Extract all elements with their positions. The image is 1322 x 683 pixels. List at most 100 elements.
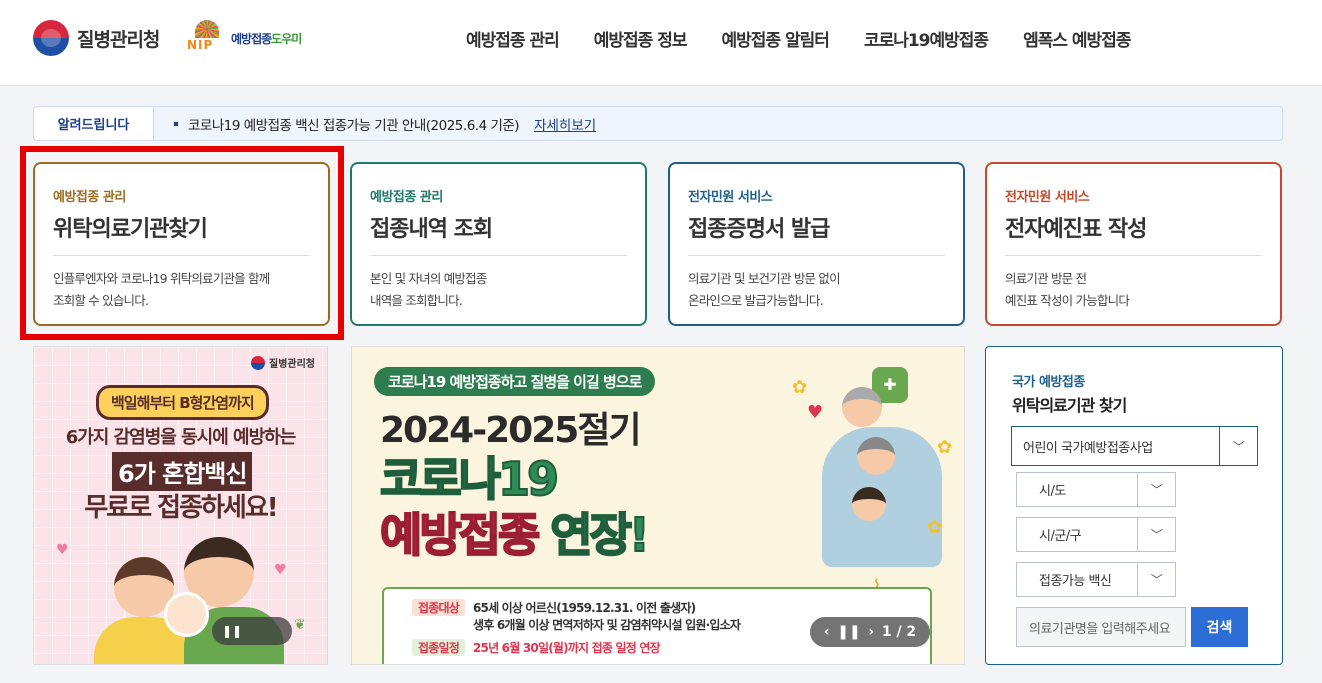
sigungu-select[interactable]: 시/군/구 ﹀ xyxy=(1016,517,1176,552)
notice-bullet-icon xyxy=(174,121,178,126)
kdca-logo-text: 질병관리청 xyxy=(77,28,160,51)
target-line2a: 생후 6개월 이상 xyxy=(472,618,553,632)
covid19-vaccination-banner[interactable]: 코로나19 예방접종하고 질병을 이길 병으로 2024-2025절기 코로나1… xyxy=(351,346,965,665)
card-desc-line: 의료기관 및 보건기관 방문 없이 xyxy=(688,271,841,286)
card-category: 예방접종 관리 xyxy=(53,190,126,205)
banner-pill: 백일해부터 B형간염까지 xyxy=(96,385,269,420)
banner-logo-text: 질병관리청 xyxy=(269,359,315,370)
sigungu-select-value: 시/군/구 xyxy=(1039,529,1082,544)
nav-covid19-vaccination[interactable]: 코로나19예방접종 xyxy=(864,26,989,51)
banner-extension-title: 예방접종 연장! xyxy=(379,499,651,565)
banner-line3: 무료로 접종하세요! xyxy=(84,493,278,523)
hospital-search-panel: 국가 예방접종 위탁의료기관 찾기 어린이 국가예방접종사업 ﹀ 시/도 ﹀ 시… xyxy=(985,346,1283,665)
search-category: 국가 예방접종 xyxy=(1012,375,1085,390)
notice-bar: 알려드립니다 코로나19 예방접종 백신 접종가능 기관 안내(2025.6.4… xyxy=(33,106,1283,141)
notice-more-link[interactable]: 자세히보기 xyxy=(534,114,596,134)
card-category: 예방접종 관리 xyxy=(370,190,443,205)
card-e-questionnaire[interactable]: 전자민원 서비스 전자예진표 작성 의료기관 방문 전 예진표 작성이 가능합니… xyxy=(985,162,1282,326)
flower-icon: ✿ xyxy=(937,437,953,458)
chevron-down-icon: ﹀ xyxy=(1137,473,1175,506)
banner-ext-red: 예방접종 xyxy=(379,507,541,563)
banner-pause-button[interactable]: ❚❚ xyxy=(212,617,292,645)
nav-mpox-vaccination[interactable]: 엠폭스 예방접종 xyxy=(1023,26,1131,51)
child-head xyxy=(852,487,886,521)
card-description: 인플루엔자와 코로나19 위탁의료기관을 함께 조회할 수 있습니다. xyxy=(53,268,310,312)
vaccine-select[interactable]: 접종가능 백신 ﹀ xyxy=(1016,562,1176,597)
flower-icon: ✿ xyxy=(927,517,943,538)
site-header: 질병관리청 NIP 예방접종도우미 예방접종 관리 예방접종 정보 예방접종 알… xyxy=(0,0,1322,86)
card-vaccination-history[interactable]: 예방접종 관리 접종내역 조회 본인 및 자녀의 예방접종 내역을 조회합니다. xyxy=(350,162,647,326)
grandmother-head xyxy=(857,437,895,475)
chevron-down-icon: ﹀ xyxy=(1219,427,1257,465)
banner-line2: 6가 혼합백신 xyxy=(112,452,253,491)
nav-vaccination-info[interactable]: 예방접종 정보 xyxy=(594,26,688,51)
card-desc-line: 인플루엔자와 코로나19 위탁의료기관을 함께 xyxy=(53,271,270,286)
nip-sun-rays xyxy=(195,20,219,38)
notice-label: 알려드립니다 xyxy=(34,107,154,140)
nip-text-b: 도우미 xyxy=(271,31,302,46)
card-description: 의료기관 및 보건기관 방문 없이 온라인으로 발급가능합니다. xyxy=(688,268,945,312)
kdca-logo[interactable]: 질병관리청 xyxy=(33,20,160,56)
card-desc-line: 내역을 조회합니다. xyxy=(370,293,463,308)
card-desc-line: 온라인으로 발급가능합니다. xyxy=(688,293,824,308)
target-text: 65세 이상 어르신(1959.12.31. 이전 출생자) 생후 6개월 이상… xyxy=(472,599,741,633)
vaccine-select-value: 접종가능 백신 xyxy=(1039,574,1112,589)
target-line1: 65세 이상 어르신(1959.12.31. 이전 출생자) xyxy=(472,601,696,615)
schedule-tag: 접종일정 xyxy=(412,639,465,656)
flower-icon: ✿ xyxy=(792,377,808,398)
banner-ext-green: 연장! xyxy=(549,507,651,563)
sido-select-value: 시/도 xyxy=(1039,484,1066,499)
nip-letters: NIP xyxy=(187,38,214,52)
program-select-value: 어린이 국가예방접종사업 xyxy=(1023,440,1153,456)
grandfather-head xyxy=(842,387,882,427)
nip-logo[interactable]: NIP 예방접종도우미 xyxy=(187,20,302,56)
banner-pill: 코로나19 예방접종하고 질병을 이길 병으로 xyxy=(374,367,656,396)
card-desc-line: 본인 및 자녀의 예방접종 xyxy=(370,271,487,286)
banner-kdca-logo: 질병관리청 xyxy=(251,355,315,370)
prev-arrow-icon[interactable]: ‹ xyxy=(824,624,830,640)
target-line2b: 면역저하자 및 감염취약시설 입원·입소자 xyxy=(552,618,741,632)
baby-head xyxy=(164,592,209,637)
card-certificate-issue[interactable]: 전자민원 서비스 접종증명서 발급 의료기관 및 보건기관 방문 없이 온라인으… xyxy=(668,162,965,326)
card-description: 본인 및 자녀의 예방접종 내역을 조회합니다. xyxy=(370,268,627,312)
card-find-hospital[interactable]: 예방접종 관리 위탁의료기관찾기 인플루엔자와 코로나19 위탁의료기관을 함께… xyxy=(33,162,330,326)
card-desc-line: 의료기관 방문 전 xyxy=(1005,271,1087,286)
kdca-emblem-icon xyxy=(251,355,265,370)
schedule-text: 25년 6월 30일(월)까지 접종 일정 연장 xyxy=(472,641,661,655)
hospital-name-input[interactable]: 의료기관명을 입력해주세요 xyxy=(1016,607,1186,647)
main-nav: 예방접종 관리 예방접종 정보 예방접종 알림터 코로나19예방접종 엠폭스 예… xyxy=(466,26,1131,51)
target-line2: 생후 6개월 이상 면역저하자 및 감염취약시설 입원·입소자 xyxy=(472,616,741,633)
heart-icon: ♥ xyxy=(807,402,824,423)
card-desc-line: 예진표 작성이 가능합니다 xyxy=(1005,293,1130,308)
heart-icon: ♥ xyxy=(56,542,69,558)
card-description: 의료기관 방문 전 예진표 작성이 가능합니다 xyxy=(1005,268,1262,312)
slide-counter: 1 / 2 xyxy=(881,624,917,640)
card-title: 전자예진표 작성 xyxy=(1005,211,1262,256)
target-tag: 접종대상 xyxy=(412,599,465,616)
card-title: 접종내역 조회 xyxy=(370,211,627,256)
nav-vaccination-management[interactable]: 예방접종 관리 xyxy=(466,26,560,51)
card-category: 전자민원 서비스 xyxy=(1005,190,1090,205)
program-select[interactable]: 어린이 국가예방접종사업 ﹀ xyxy=(1011,426,1258,466)
sido-select[interactable]: 시/도 ﹀ xyxy=(1016,472,1176,507)
chevron-down-icon: ﹀ xyxy=(1137,563,1175,596)
heart-icon: ♥ xyxy=(274,562,287,578)
next-arrow-icon[interactable]: › xyxy=(868,624,874,640)
hexavalent-vaccine-banner[interactable]: 질병관리청 백일해부터 B형간염까지 6가지 감염병을 동시에 예방하는 6가 … xyxy=(33,346,328,665)
card-desc-line: 조회할 수 있습니다. xyxy=(53,293,149,308)
nip-logo-text: 예방접종도우미 xyxy=(231,30,302,47)
slider-controls: ‹ ❚❚ › 1 / 2 xyxy=(810,617,930,647)
card-title: 접종증명서 발급 xyxy=(688,211,945,256)
search-title: 위탁의료기관 찾기 xyxy=(1012,396,1127,415)
pause-icon: ❚❚ xyxy=(222,624,243,638)
nav-vaccination-notice[interactable]: 예방접종 알림터 xyxy=(722,26,830,51)
nip-sun-icon: NIP xyxy=(187,20,227,56)
family-illustration xyxy=(94,537,284,664)
card-category: 전자민원 서비스 xyxy=(688,190,773,205)
notice-text[interactable]: 코로나19 예방접종 백신 접종가능 기관 안내(2025.6.4 기준) xyxy=(188,114,520,134)
card-title: 위탁의료기관찾기 xyxy=(53,211,310,256)
chevron-down-icon: ﹀ xyxy=(1137,518,1175,551)
pause-icon[interactable]: ❚❚ xyxy=(837,624,860,640)
search-button[interactable]: 검색 xyxy=(1191,607,1248,647)
nip-text-a: 예방접종 xyxy=(231,31,272,46)
